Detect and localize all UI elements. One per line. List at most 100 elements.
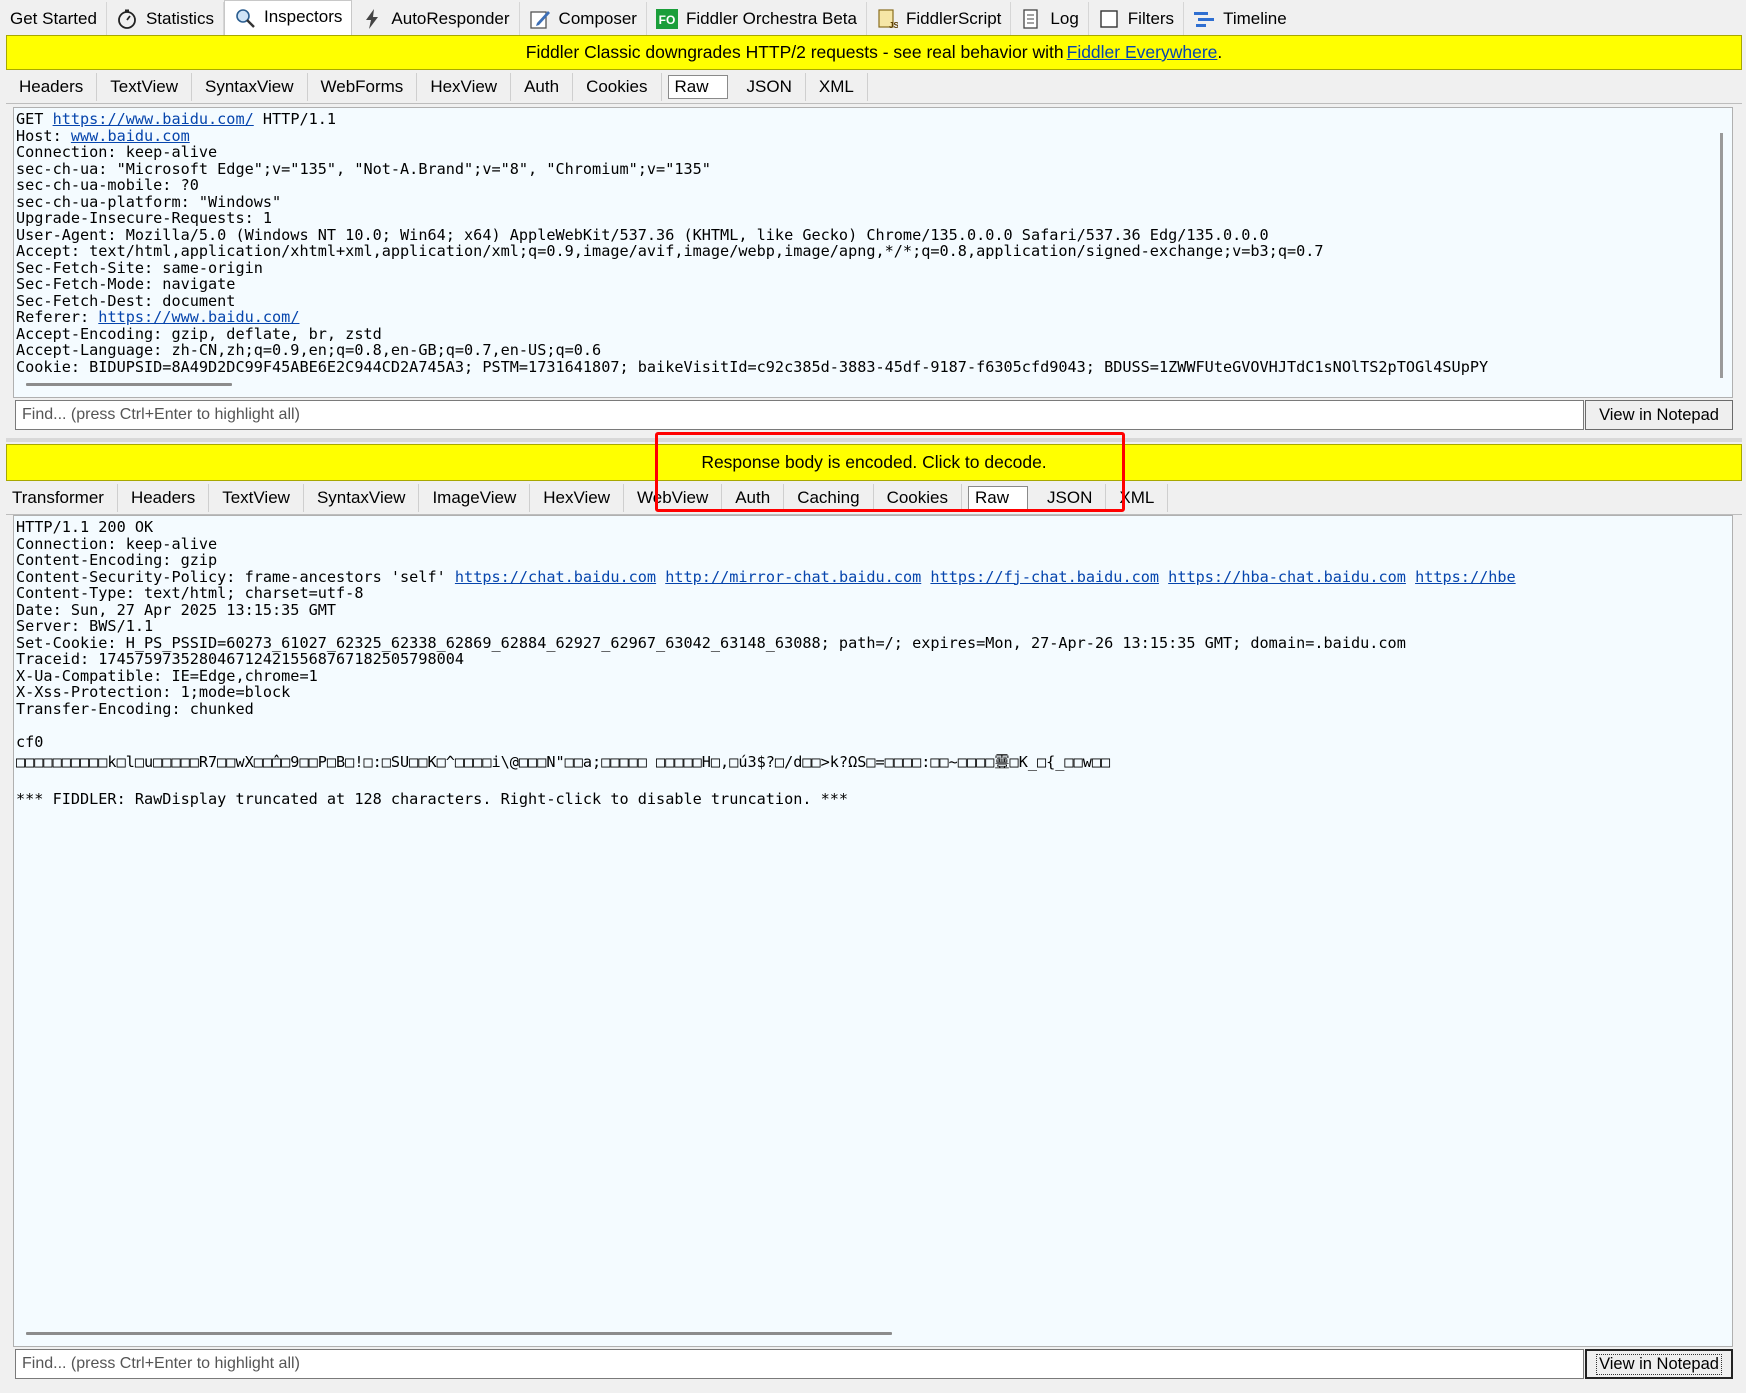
req-tab-json[interactable]: JSON xyxy=(734,72,806,101)
svg-text:FO: FO xyxy=(659,13,676,27)
decode-banner-text: Response body is encoded. Click to decod… xyxy=(701,452,1047,472)
resp-tab-raw[interactable]: Raw xyxy=(968,485,1029,510)
csp-link[interactable]: https://fj-chat.baidu.com xyxy=(930,568,1159,586)
header-line: sec-ch-ua-platform: "Windows" xyxy=(16,192,282,211)
button-label: View in Notepad xyxy=(1599,405,1719,424)
resp-tab-auth[interactable]: Auth xyxy=(722,483,785,512)
header-line: X-Xss-Protection: 1;mode=block xyxy=(16,683,291,701)
header-line: Connection: keep-alive xyxy=(16,534,218,553)
tab-statistics[interactable]: Statistics xyxy=(107,2,224,36)
csp-link[interactable]: https://hba-chat.baidu.com xyxy=(1168,568,1406,586)
header-line: Upgrade-Insecure-Requests: 1 xyxy=(16,209,273,227)
header-line: Content-Encoding: gzip xyxy=(16,551,218,569)
resp-tab-textview[interactable]: TextView xyxy=(209,483,304,512)
header-line: Accept: text/html,application/xhtml+xml,… xyxy=(16,242,1324,260)
lightning-icon xyxy=(360,8,384,30)
binary-body-line: □□□□□□□□□□k□l□u□□□□□R7□□wX□□̂̂□□9□□P□B□!… xyxy=(16,753,1111,771)
request-find-box[interactable] xyxy=(15,400,1584,430)
resp-tab-cookies[interactable]: Cookies xyxy=(874,483,962,512)
tab-inspectors[interactable]: Inspectors xyxy=(223,0,353,36)
status-line: HTTP/1.1 200 OK xyxy=(16,518,154,536)
request-raw-text: GET https://www.baidu.com/ HTTP/1.1 Host… xyxy=(14,108,1732,378)
script-icon: JS xyxy=(875,8,899,30)
header-line: Transfer-Encoding: chunked xyxy=(16,699,254,718)
request-vertical-scrollbar[interactable] xyxy=(1720,133,1723,378)
stopwatch-icon xyxy=(115,8,139,30)
response-view-in-notepad-button[interactable]: View in Notepad xyxy=(1585,1349,1733,1379)
top-tab-strip: Get Started Statistics Inspectors AutoRe… xyxy=(0,0,1746,36)
req-tab-hexview[interactable]: HexView xyxy=(417,72,512,101)
response-find-box[interactable] xyxy=(15,1349,1584,1379)
tab-log[interactable]: Log xyxy=(1011,2,1089,36)
tab-label: FiddlerScript xyxy=(905,9,1002,28)
tab-autoresponder[interactable]: AutoResponder xyxy=(352,2,520,36)
tab-fiddlerscript[interactable]: JS FiddlerScript xyxy=(867,2,1012,36)
referer-link[interactable]: https://www.baidu.com/ xyxy=(98,308,299,326)
pane-splitter[interactable] xyxy=(6,438,1742,442)
response-horizontal-scrollbar[interactable] xyxy=(26,1332,892,1335)
header-line: Sec-Fetch-Dest: document xyxy=(16,291,236,310)
resp-tab-imageview[interactable]: ImageView xyxy=(419,483,531,512)
tab-get-started[interactable]: Get Started xyxy=(2,2,107,36)
csp-label: Content-Security-Policy: frame-ancestors… xyxy=(16,567,455,586)
csp-link[interactable]: https://hbe xyxy=(1415,568,1516,586)
resp-tab-headers[interactable]: Headers xyxy=(118,483,210,512)
request-view-in-notepad-button[interactable]: View in Notepad xyxy=(1585,400,1733,430)
request-find-input[interactable] xyxy=(22,406,1583,424)
req-tab-webforms[interactable]: WebForms xyxy=(308,72,418,101)
req-tab-auth[interactable]: Auth xyxy=(511,72,574,101)
csp-link[interactable]: http://mirror-chat.baidu.com xyxy=(665,568,921,586)
request-url-link[interactable]: https://www.baidu.com/ xyxy=(53,110,254,128)
header-line: Traceid: 1745759735280467124215568767182… xyxy=(16,650,465,668)
resp-tab-hexview[interactable]: HexView xyxy=(530,483,625,512)
checkbox-icon xyxy=(1097,8,1121,30)
resp-tab-webview[interactable]: WebView xyxy=(624,483,723,512)
resp-tab-syntaxview[interactable]: SyntaxView xyxy=(304,483,420,512)
host-link[interactable]: www.baidu.com xyxy=(71,127,190,145)
resp-tab-xml[interactable]: XML xyxy=(1106,483,1169,512)
tab-label: Filters xyxy=(1127,9,1175,28)
req-tab-textview[interactable]: TextView xyxy=(97,72,192,101)
tab-label: AutoResponder xyxy=(391,9,510,28)
truncation-note: *** FIDDLER: RawDisplay truncated at 128… xyxy=(16,789,849,808)
tab-timeline[interactable]: Timeline xyxy=(1184,2,1296,36)
req-tab-syntaxview[interactable]: SyntaxView xyxy=(192,72,308,101)
tab-composer[interactable]: Composer xyxy=(520,2,647,36)
resp-tab-transformer[interactable]: Transformer xyxy=(6,483,118,512)
banner-suffix: . xyxy=(1217,42,1223,62)
http2-warning-banner: Fiddler Classic downgrades HTTP/2 reques… xyxy=(6,35,1742,70)
response-find-input[interactable] xyxy=(22,1355,1583,1373)
fiddler-everywhere-link[interactable]: Fiddler Everywhere xyxy=(1067,42,1218,63)
header-line: Sec-Fetch-Site: same-origin xyxy=(16,258,263,277)
request-raw-pane[interactable]: GET https://www.baidu.com/ HTTP/1.1 Host… xyxy=(13,107,1733,398)
banner-text: Fiddler Classic downgrades HTTP/2 reques… xyxy=(525,42,1064,62)
header-line: Connection: keep-alive xyxy=(16,143,218,161)
tab-filters[interactable]: Filters xyxy=(1089,2,1185,36)
tab-label: Composer xyxy=(558,9,637,28)
csp-link[interactable]: https://chat.baidu.com xyxy=(455,568,656,586)
header-line: sec-ch-ua-mobile: ?0 xyxy=(16,176,199,194)
req-tab-xml[interactable]: XML xyxy=(806,72,868,101)
resp-tab-json[interactable]: JSON xyxy=(1034,483,1107,512)
response-raw-text: HTTP/1.1 200 OK Connection: keep-alive C… xyxy=(14,516,1732,810)
tab-fiddler-orchestra[interactable]: FO Fiddler Orchestra Beta xyxy=(647,2,867,36)
request-horizontal-scrollbar[interactable] xyxy=(26,383,232,386)
response-raw-pane[interactable]: HTTP/1.1 200 OK Connection: keep-alive C… xyxy=(13,515,1733,1347)
resp-tab-caching[interactable]: Caching xyxy=(784,483,874,512)
header-line: Content-Type: text/html; charset=utf-8 xyxy=(16,584,364,602)
header-line: Accept-Encoding: gzip, deflate, br, zstd xyxy=(16,324,382,343)
header-line: Date: Sun, 27 Apr 2025 13:15:35 GMT xyxy=(16,600,337,619)
req-tab-headers[interactable]: Headers xyxy=(6,72,98,101)
req-tab-raw[interactable]: Raw xyxy=(667,74,728,99)
header-line: User-Agent: Mozilla/5.0 (Windows NT 10.0… xyxy=(16,225,1269,244)
button-label: View in Notepad xyxy=(1596,1353,1722,1375)
tab-label: Timeline xyxy=(1223,9,1287,28)
chunk-size-line: cf0 xyxy=(16,732,44,751)
cookie-line: Cookie: BIDUPSID=8A49D2DC99F45ABE6E2C944… xyxy=(16,357,1489,376)
fo-icon: FO xyxy=(655,8,679,30)
response-decode-banner[interactable]: Response body is encoded. Click to decod… xyxy=(6,444,1742,481)
tab-label: Log xyxy=(1050,9,1079,28)
log-icon xyxy=(1019,8,1043,30)
header-line: Accept-Language: zh-CN,zh;q=0.9,en;q=0.8… xyxy=(16,341,602,359)
req-tab-cookies[interactable]: Cookies xyxy=(573,72,662,101)
